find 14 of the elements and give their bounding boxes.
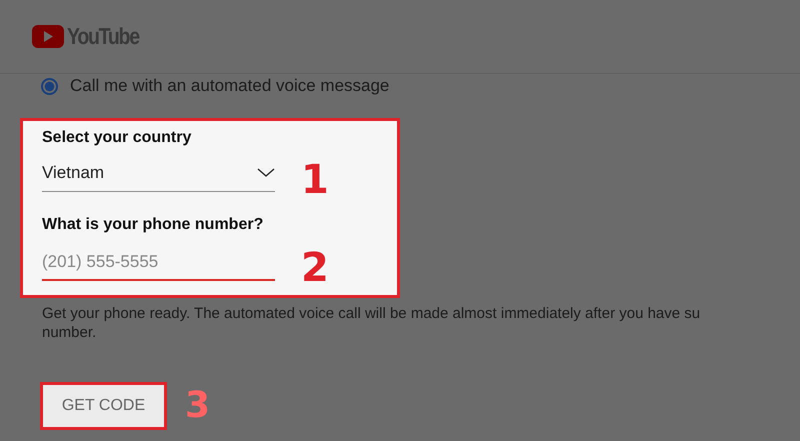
step-number: 2: [301, 248, 329, 288]
description-text: Get your phone ready. The automated voice call will be made almost immediately after you have su: [42, 304, 702, 323]
chevron-icon: [257, 168, 275, 178]
get-code-button[interactable]: GET CODE: [40, 382, 167, 430]
play-logo-icon: [32, 25, 64, 48]
phone-input[interactable]: (201) 555-5555: [42, 240, 275, 281]
field-label: Select your country: [42, 129, 192, 148]
radio-button[interactable]: [41, 78, 58, 94]
description-text: number.: [42, 323, 98, 342]
country-select[interactable]: Vietnam: [42, 163, 275, 192]
field-label: What is your phone number?: [42, 216, 264, 235]
step-number: 1: [301, 160, 329, 200]
step-number: 3: [185, 388, 210, 424]
radio-label: Call me with an automated voice message: [70, 76, 390, 96]
